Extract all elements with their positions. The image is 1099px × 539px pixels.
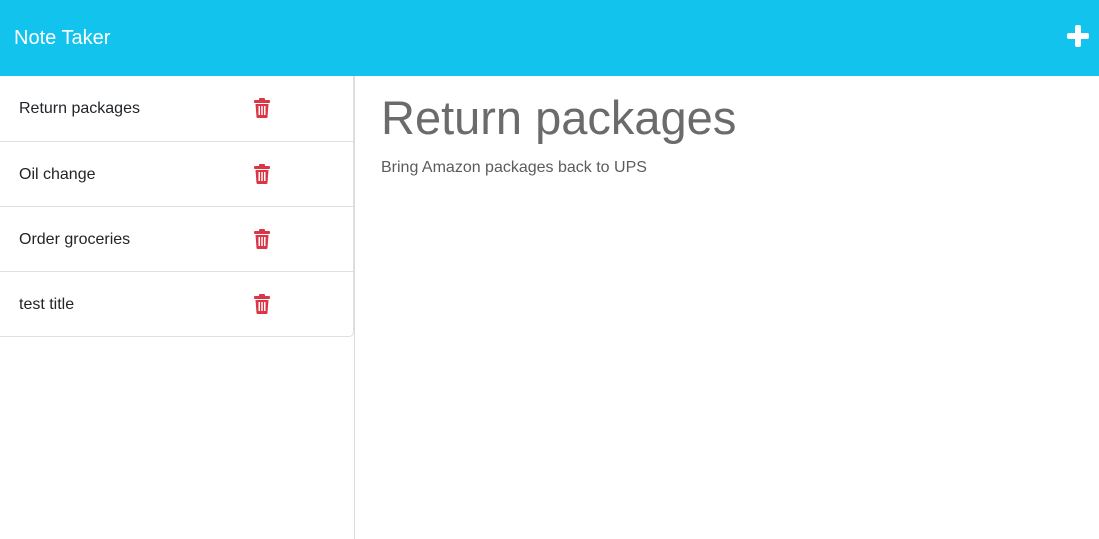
- note-list-item[interactable]: test title: [0, 271, 353, 336]
- trash-icon: [254, 229, 270, 249]
- trash-icon: [254, 294, 270, 314]
- notes-sidebar: Return packages Oil change: [0, 76, 355, 539]
- note-list-item-title[interactable]: Return packages: [19, 99, 140, 118]
- new-note-button[interactable]: [1067, 25, 1089, 47]
- delete-note-button[interactable]: [254, 294, 270, 314]
- note-list-item-title[interactable]: Order groceries: [19, 230, 130, 249]
- note-editor: Return packages Bring Amazon packages ba…: [355, 76, 1099, 539]
- delete-note-button[interactable]: [254, 164, 270, 184]
- note-list-item-title[interactable]: test title: [19, 295, 74, 314]
- trash-icon: [254, 98, 270, 118]
- app-brand[interactable]: Note Taker: [14, 26, 110, 50]
- note-list-item[interactable]: Return packages: [0, 76, 353, 141]
- delete-note-button[interactable]: [254, 229, 270, 249]
- delete-note-button[interactable]: [254, 98, 270, 118]
- note-list: Return packages Oil change: [0, 76, 354, 337]
- note-title-field[interactable]: Return packages: [381, 90, 736, 146]
- note-text-field[interactable]: Bring Amazon packages back to UPS: [381, 158, 647, 177]
- plus-icon: [1067, 25, 1089, 47]
- note-list-item[interactable]: Order groceries: [0, 206, 353, 271]
- top-navbar: Note Taker: [0, 0, 1099, 76]
- note-list-item[interactable]: Oil change: [0, 141, 353, 206]
- note-list-item-title[interactable]: Oil change: [19, 165, 96, 184]
- trash-icon: [254, 164, 270, 184]
